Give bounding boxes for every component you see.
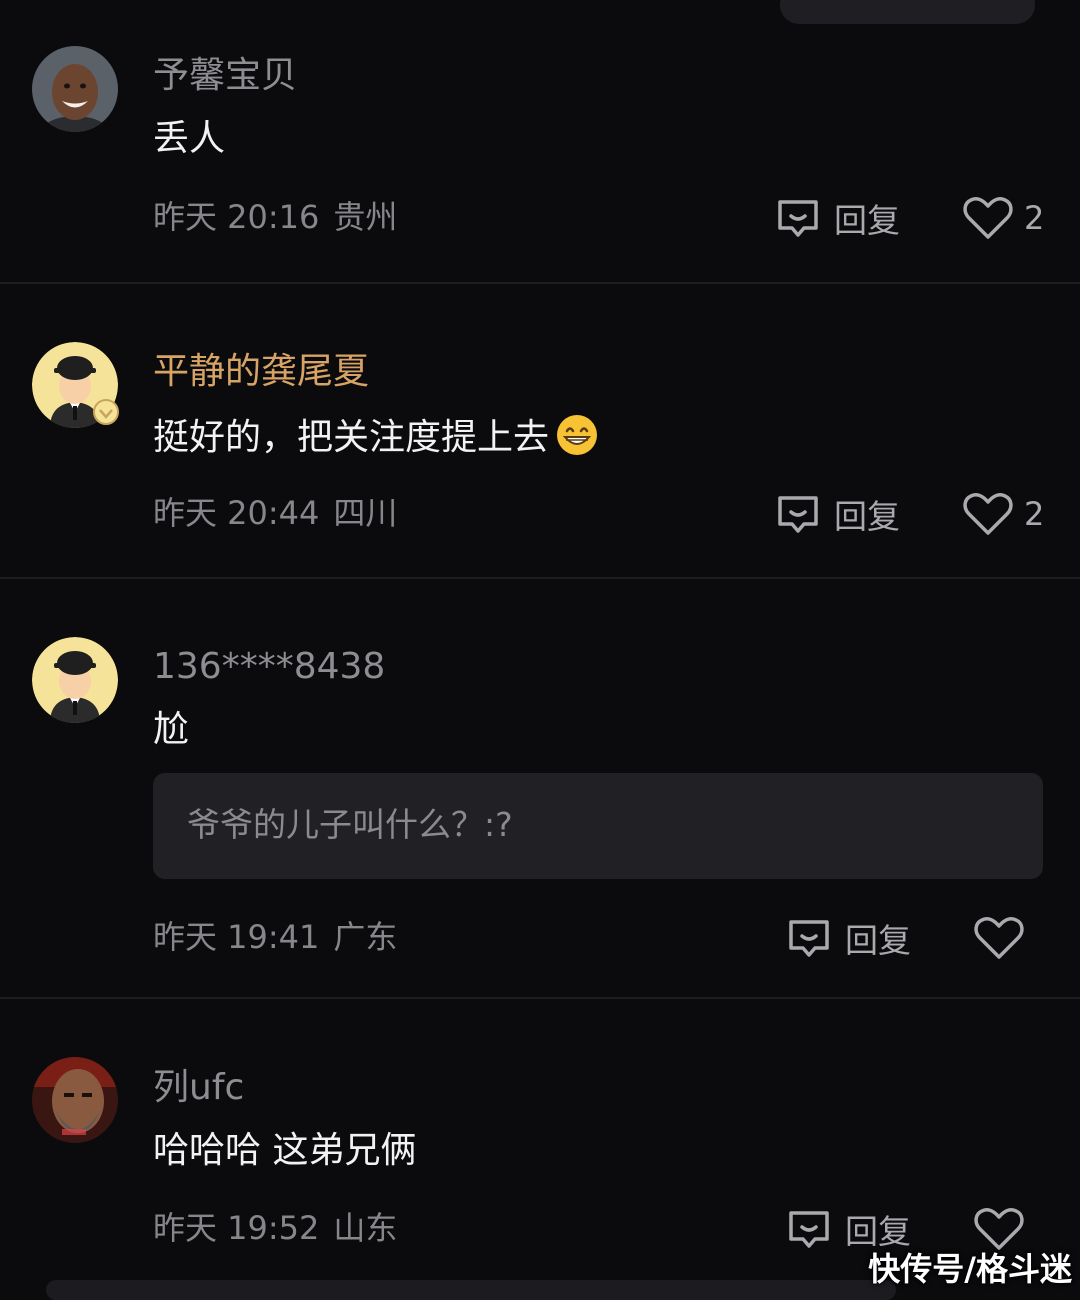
bottom-input-bar[interactable] [46, 1280, 896, 1300]
heart-icon [963, 493, 1013, 535]
avatar[interactable] [32, 1057, 118, 1143]
comment-time: 昨天 20:16 [153, 198, 320, 236]
like-count: 2 [1024, 495, 1045, 533]
comment-time: 昨天 20:44 [153, 494, 320, 532]
reply-label: 回复 [834, 497, 900, 536]
reply-bubble-icon [789, 1211, 829, 1248]
comment-location: 广东 [333, 918, 398, 956]
reply-bubble-icon [778, 496, 818, 533]
bearded-fighter-avatar-icon [32, 1057, 118, 1143]
comment-meta: 昨天 20:44 四川 [153, 493, 397, 533]
username[interactable]: 136****8438 [153, 645, 385, 689]
reply-label: 回复 [845, 1212, 911, 1251]
heart-icon [963, 197, 1013, 239]
avatar[interactable] [32, 637, 118, 723]
reply-button[interactable]: 回复 [774, 490, 900, 538]
verified-badge-icon [93, 399, 119, 425]
comment-text-body: 挺好的，把关注度提上去 [153, 417, 550, 458]
username[interactable]: 予馨宝贝 [153, 54, 297, 98]
comment-location: 贵州 [333, 198, 398, 236]
watermark: 快传号/格斗迷 [868, 1250, 1072, 1288]
like-count: 2 [1024, 199, 1045, 237]
comment-time: 昨天 19:41 [153, 918, 320, 956]
cartoon-bowler-hat-avatar-icon [32, 637, 118, 723]
comment-location: 山东 [333, 1209, 398, 1247]
reply-label: 回复 [834, 201, 900, 240]
reply-button[interactable]: 回复 [785, 914, 911, 962]
avatar[interactable] [32, 46, 118, 132]
like-button[interactable]: 2 [962, 193, 1044, 243]
smiling-man-avatar-icon [32, 46, 118, 132]
reply-button[interactable]: 回复 [774, 194, 900, 242]
comment-text: 哈哈哈 这弟兄俩 [153, 1130, 417, 1171]
reply-label: 回复 [845, 921, 911, 960]
username[interactable]: 列ufc [153, 1066, 244, 1110]
comment-meta: 昨天 20:16 贵州 [153, 197, 397, 237]
heart-icon [974, 1208, 1024, 1250]
divider [0, 577, 1080, 579]
grinning-face-emoji-icon [557, 415, 598, 455]
username[interactable]: 平静的龚尾夏 [153, 350, 369, 394]
comment-text: 挺好的，把关注度提上去 [153, 413, 599, 460]
like-button[interactable]: 2 [962, 489, 1044, 539]
comment-meta: 昨天 19:41 广东 [153, 917, 397, 957]
like-button[interactable] [973, 913, 1035, 963]
reply-button[interactable]: 回复 [785, 1205, 911, 1253]
quoted-comment-text: 爷爷的儿子叫什么？:? [187, 805, 513, 844]
heart-icon [974, 917, 1024, 959]
comment-location: 四川 [333, 494, 398, 532]
comment-text: 丢人 [153, 118, 226, 159]
divider [0, 282, 1080, 284]
top-pill-bar [780, 0, 1035, 24]
divider [0, 997, 1080, 999]
quoted-comment[interactable]: 爷爷的儿子叫什么？:? [153, 773, 1043, 879]
reply-bubble-icon [778, 200, 818, 237]
comment-time: 昨天 19:52 [153, 1209, 320, 1247]
reply-bubble-icon [789, 920, 829, 957]
comment-text: 尬 [153, 709, 190, 750]
comment-meta: 昨天 19:52 山东 [153, 1208, 397, 1248]
